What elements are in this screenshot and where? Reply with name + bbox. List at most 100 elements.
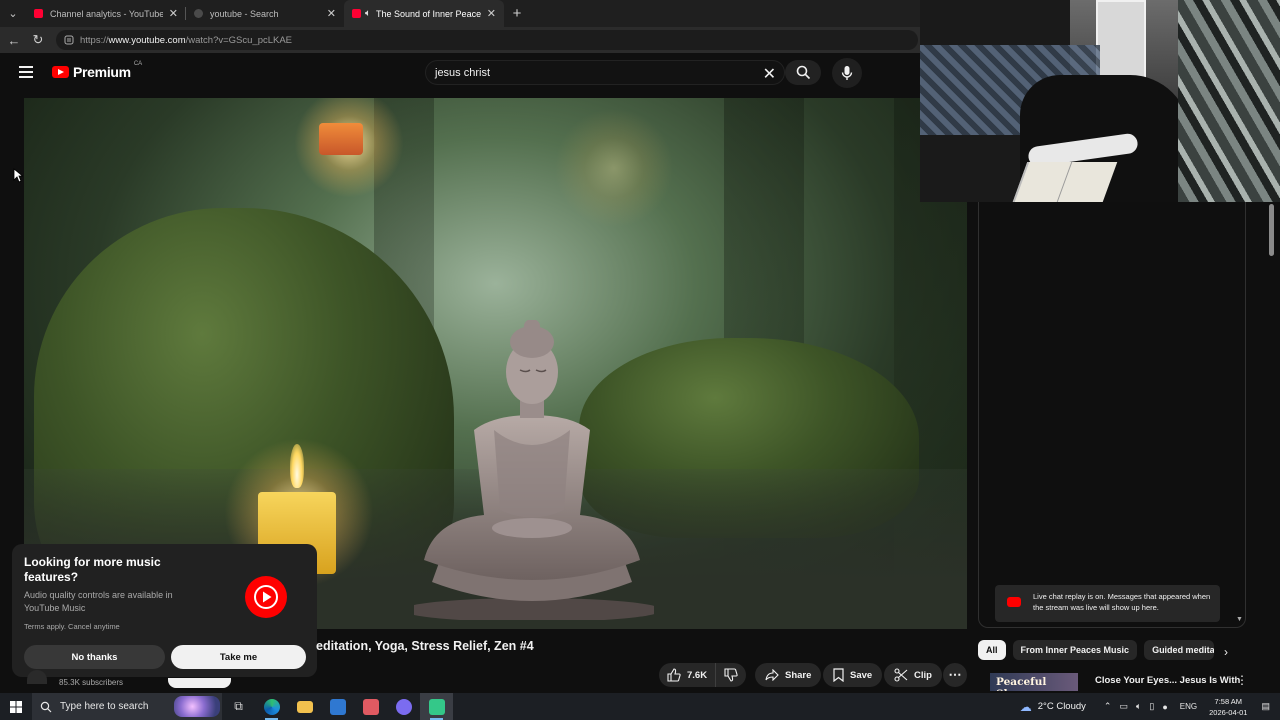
save-button[interactable]: Save (823, 663, 883, 687)
network-icon[interactable]: ▭ (1119, 701, 1128, 712)
close-tab-icon[interactable]: ✕ (487, 7, 496, 20)
page-scrollbar-thumb[interactable] (1269, 204, 1274, 256)
clip-label: Clip (914, 669, 932, 681)
logo-brand-text: Premium (73, 64, 131, 80)
tab-channel-analytics[interactable]: Channel analytics - YouTube Studio ✕ (26, 0, 186, 27)
windows-start-button[interactable] (0, 700, 32, 713)
webcam-overlay (920, 0, 1280, 202)
taskbar-gift-app[interactable] (354, 693, 387, 720)
music-features-popup: Looking for more music features? Audio q… (12, 544, 317, 677)
task-view-button[interactable]: ⧉ (222, 693, 255, 720)
like-count: 7.6K (687, 669, 708, 681)
more-vertical-icon[interactable]: ⋮ (1236, 673, 1248, 687)
new-tab-plus-icon[interactable]: + (504, 5, 530, 22)
share-icon (765, 669, 779, 681)
address-bar-row: ← ↻ https://www.youtube.com/watch?v=GScu… (0, 27, 920, 53)
folder-icon (296, 700, 313, 713)
chevron-up-icon[interactable]: ⌃ (1104, 701, 1112, 712)
no-thanks-button[interactable]: No thanks (24, 645, 165, 669)
mouse-cursor-icon (13, 168, 23, 183)
chip-guided-meditation[interactable]: Guided meditat (1144, 640, 1215, 660)
voice-search-button[interactable] (832, 58, 862, 88)
back-arrow-icon[interactable]: ← (2, 33, 26, 48)
search-favicon-icon (194, 9, 203, 18)
dislike-button[interactable] (715, 663, 747, 687)
channel-avatar[interactable] (27, 670, 47, 684)
search-query-text: jesus christ (435, 66, 491, 79)
url-host: www.youtube.com (108, 34, 186, 46)
search-icon (40, 701, 52, 712)
taskbar-obs-app[interactable] (420, 693, 453, 720)
taskbar-mail[interactable] (321, 693, 354, 720)
tab-inner-peace-video[interactable]: 🔈︎ The Sound of Inner Peace | Relax ✕ (344, 0, 504, 27)
taskbar-search-box[interactable]: Type here to search (32, 693, 222, 720)
recommendation-thumbnail[interactable]: Peaceful Sleep. (990, 673, 1078, 691)
bookmark-icon (833, 668, 844, 682)
url-prefix: https:// (80, 34, 109, 46)
app-icon (428, 698, 445, 715)
subscribe-button[interactable] (168, 678, 231, 688)
light-bokeh (554, 108, 674, 228)
microphone-tray-icon[interactable]: ● (1162, 702, 1167, 712)
popup-body: Audio quality controls are available in … (24, 590, 173, 613)
popup-terms: Terms apply. Cancel anytime (24, 622, 120, 631)
weather-text[interactable]: 2°C Cloudy (1038, 701, 1086, 712)
language-indicator[interactable]: ENG (1180, 702, 1197, 711)
clock-time: 7:58 AM (1214, 696, 1243, 706)
url-field[interactable]: https://www.youtube.com/watch?v=GScu_pcL… (56, 30, 918, 50)
close-tab-icon[interactable]: ✕ (169, 7, 178, 20)
like-dislike-group: 7.6K (659, 663, 747, 687)
tab-list-chevron-icon[interactable]: ⌄ (0, 0, 26, 27)
video-title: editation, Yoga, Stress Relief, Zen #4 (316, 639, 534, 653)
taskbar-search-placeholder: Type here to search (60, 701, 149, 712)
reload-icon[interactable]: ↻ (26, 32, 50, 48)
gift-icon (362, 698, 379, 715)
browser-tab-strip: ⌄ Channel analytics - YouTube Studio ✕ y… (0, 0, 920, 27)
subscriber-count: 85.3K subscribers (59, 678, 124, 687)
youtube-favicon-icon (352, 9, 361, 18)
mail-icon (329, 698, 346, 715)
search-button[interactable] (785, 60, 821, 85)
youtube-play-logo-icon (1007, 597, 1021, 607)
battery-icon[interactable]: ▯ (1149, 701, 1154, 712)
youtube-play-logo-icon (52, 66, 69, 78)
volume-icon[interactable]: 🔈︎ (1136, 701, 1141, 712)
taskbar-edge[interactable] (255, 693, 288, 720)
close-tab-icon[interactable]: ✕ (327, 7, 336, 20)
taskbar-file-explorer[interactable] (288, 693, 321, 720)
url-path: /watch?v=GScu_pcLKAE (185, 34, 293, 46)
speaker-icon[interactable]: 🔈︎ (365, 8, 371, 19)
youtube-premium-logo[interactable]: Premium CA (52, 61, 143, 80)
weather-cloud-icon: ☁ (1019, 699, 1032, 714)
more-actions-button[interactable]: ⋯ (943, 663, 967, 687)
share-button[interactable]: Share (755, 663, 822, 687)
chip-all[interactable]: All (978, 640, 1006, 660)
recommendation-title[interactable]: Close Your Eyes... Jesus Is With (1095, 675, 1240, 686)
clip-button[interactable]: Clip (884, 663, 942, 687)
chat-scroll-down-icon[interactable]: ▼ (1236, 616, 1243, 623)
tab-youtube-search[interactable]: youtube - Search ✕ (186, 0, 344, 27)
notifications-icon[interactable]: ▤ (1261, 701, 1270, 712)
like-button[interactable]: 7.6K (659, 663, 716, 687)
chevron-right-icon[interactable]: › (1224, 645, 1228, 659)
taskbar-discord[interactable] (387, 693, 420, 720)
tab-title: youtube - Search (210, 8, 279, 19)
system-clock[interactable]: 7:58 AM 2026-04-01 (1209, 696, 1247, 718)
windows-taskbar: Type here to search ⧉ ☁ 2°C Cloudy ⌃ ▭ 🔈… (0, 693, 1280, 720)
take-me-button[interactable]: Take me (171, 645, 306, 669)
tab-title: The Sound of Inner Peace | Relax (376, 8, 481, 19)
search-input[interactable]: jesus christ ✕ (425, 60, 785, 85)
more-actions-group: ⋯ (943, 663, 967, 687)
clear-search-icon[interactable]: ✕ (763, 64, 776, 84)
logo-region-code: CA (133, 61, 143, 67)
thumbs-up-icon (667, 668, 681, 682)
candle-flame (290, 444, 304, 488)
search-highlight-image (174, 696, 220, 717)
thumbs-down-icon (724, 668, 738, 682)
site-info-icon[interactable] (64, 35, 74, 45)
candle-top (319, 123, 363, 155)
youtube-masthead: Premium CA jesus christ ✕ (0, 53, 920, 93)
hamburger-menu-icon[interactable] (19, 66, 33, 78)
chip-from-channel[interactable]: From Inner Peaces Music (1012, 640, 1138, 660)
share-group: Share (755, 663, 822, 687)
